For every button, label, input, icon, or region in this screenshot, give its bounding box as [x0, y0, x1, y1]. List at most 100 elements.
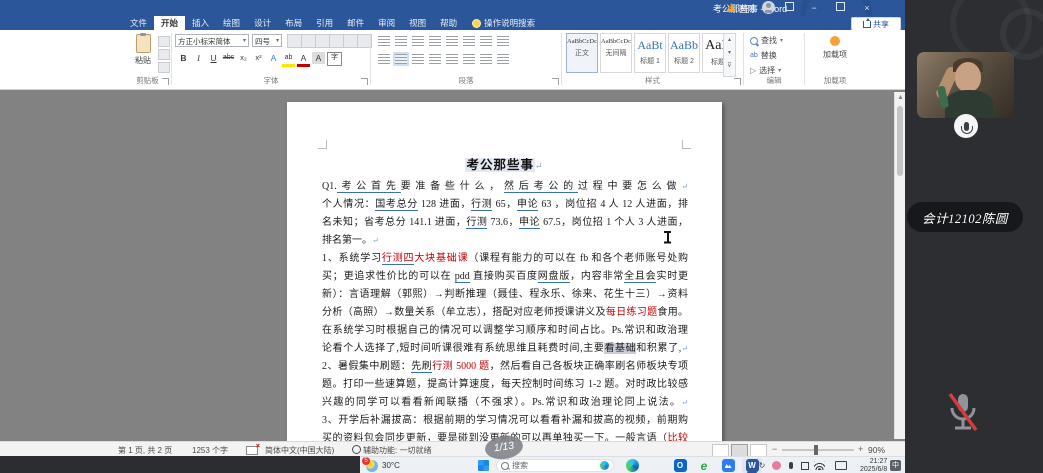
minimize-button[interactable]: − [803, 0, 825, 16]
shading-icon[interactable] [480, 54, 492, 64]
distribute-icon[interactable] [446, 54, 458, 64]
font-size-combo[interactable]: 四号▾ [252, 34, 282, 47]
tab-文件[interactable]: 文件 [123, 16, 154, 30]
participant-mic-button[interactable] [954, 114, 978, 138]
account-name[interactable]: 圆陈 [739, 3, 756, 15]
tab-布局[interactable]: 布局 [278, 16, 309, 30]
dialog-launcher-icon[interactable] [162, 78, 169, 85]
addins-button[interactable]: 加载项 [806, 50, 864, 60]
styles-gallery-scroll[interactable]: ▴▾⊽ [723, 33, 736, 77]
justify-icon[interactable] [429, 54, 441, 64]
taskbar-search[interactable]: 搜索 [496, 458, 614, 473]
copy-icon[interactable] [158, 49, 170, 60]
tab-绘图[interactable]: 绘图 [216, 16, 247, 30]
webcam-video-tile[interactable] [917, 52, 1014, 118]
taskbar-app-file-explorer[interactable] [646, 458, 666, 473]
dialog-launcher-icon[interactable] [361, 78, 368, 85]
weather-widget[interactable]: 5 30°C [366, 458, 400, 473]
superscript-icon[interactable]: x² [252, 52, 265, 64]
style-正文[interactable]: AaBbCcDc正文 [566, 33, 598, 73]
asian-layout-icon[interactable] [463, 36, 475, 46]
zoom-slider-thumb[interactable] [814, 445, 818, 455]
align-left-icon[interactable] [378, 54, 390, 64]
highlight-icon[interactable]: ab [282, 52, 295, 67]
share-button[interactable]: 共享 [851, 17, 901, 31]
page-info[interactable]: 第 1 页, 共 2 页 [118, 445, 172, 456]
taskbar-app-ie[interactable]: e [694, 458, 714, 473]
proofing-error-icon[interactable] [246, 446, 258, 455]
replace-button[interactable]: ab 替换 [750, 50, 777, 61]
style-标题 1[interactable]: AaBt标题 1 [634, 33, 666, 73]
style-标题 2[interactable]: AaBb标题 2 [668, 33, 700, 73]
dialog-launcher-icon[interactable] [734, 78, 741, 85]
warning-icon[interactable] [726, 3, 736, 12]
scrollbar-thumb[interactable] [897, 106, 903, 176]
mic-icon[interactable] [789, 462, 793, 469]
tab-设计[interactable]: 设计 [247, 16, 278, 30]
language-status[interactable]: 简体中文(中国大陆) [265, 445, 334, 456]
vertical-scrollbar[interactable]: ▲ [894, 92, 905, 439]
tab-引用[interactable]: 引用 [309, 16, 340, 30]
taskbar-clock[interactable]: 21:27 2025/6/8 [860, 458, 887, 473]
zoom-out-button[interactable]: − [772, 444, 777, 454]
start-button[interactable] [478, 458, 489, 473]
tell-me-box[interactable]: 操作说明搜索 [464, 16, 543, 30]
italic-icon[interactable]: I [192, 52, 205, 64]
show-marks-icon[interactable] [497, 36, 509, 46]
strikethrough-icon[interactable]: abc [222, 52, 235, 64]
enclose-character-icon[interactable]: 字 [327, 52, 342, 66]
change-case-icon[interactable] [315, 34, 330, 48]
grow-font-icon[interactable] [287, 34, 302, 48]
bold-icon[interactable]: B [177, 52, 190, 64]
wifi-icon[interactable] [814, 461, 825, 470]
decrease-indent-icon[interactable] [429, 36, 441, 46]
tab-审阅[interactable]: 审阅 [371, 16, 402, 30]
font-name-combo[interactable]: 方正小标宋简体▾ [175, 34, 249, 47]
increase-indent-icon[interactable] [446, 36, 458, 46]
shrink-font-icon[interactable] [301, 34, 316, 48]
subscript-icon[interactable]: x₂ [237, 52, 250, 64]
underline-icon[interactable]: U [207, 52, 220, 64]
text-effects-icon[interactable]: A [267, 52, 280, 64]
cut-icon[interactable] [158, 36, 170, 47]
ribbon-display-options-icon[interactable] [778, 0, 800, 16]
taskbar-app-meeting[interactable] [718, 458, 738, 473]
format-painter-icon[interactable] [158, 62, 170, 73]
style-无间隔[interactable]: AaBbCcDc无间隔 [600, 33, 632, 73]
zoom-in-button[interactable]: + [858, 444, 863, 454]
character-shading-icon[interactable]: A [312, 52, 325, 64]
dialog-launcher-icon[interactable] [552, 78, 559, 85]
borders-icon[interactable] [497, 54, 509, 64]
tab-开始[interactable]: 开始 [154, 16, 185, 30]
restore-button[interactable] [829, 0, 851, 16]
numbering-icon[interactable] [395, 36, 407, 46]
zoom-level[interactable]: 90% [868, 445, 885, 455]
remote-icon[interactable] [801, 462, 809, 470]
tab-插入[interactable]: 插入 [185, 16, 216, 30]
sort-icon[interactable] [480, 36, 492, 46]
scroll-up-icon[interactable]: ▲ [897, 94, 904, 101]
contact-icon[interactable] [772, 461, 781, 470]
display-icon[interactable] [835, 461, 847, 470]
avatar[interactable] [762, 1, 775, 14]
addin-dot-icon[interactable] [830, 36, 840, 46]
phonetic-guide-icon[interactable] [343, 34, 358, 48]
document-page[interactable]: 考公那些事↵ Q1.考公首先要准备些什么，然后考公的过程中要怎么做↵个人情况：国… [287, 102, 722, 441]
close-button[interactable]: × [856, 0, 878, 16]
ime-indicator[interactable]: 中 [890, 458, 901, 473]
align-right-icon[interactable] [412, 54, 424, 64]
find-button[interactable]: 查找▾ [750, 35, 783, 46]
font-color-icon[interactable]: A [297, 52, 310, 67]
align-center-icon[interactable] [395, 54, 407, 64]
taskbar-app-outlook[interactable]: O [670, 458, 690, 473]
bullets-icon[interactable] [378, 36, 390, 46]
sync-icon[interactable]: ↻ [757, 461, 767, 470]
tab-视图[interactable]: 视图 [402, 16, 433, 30]
clear-formatting-icon[interactable] [329, 34, 344, 48]
line-spacing-icon[interactable] [463, 54, 475, 64]
tab-帮助[interactable]: 帮助 [433, 16, 464, 30]
word-count[interactable]: 1253 个字 [192, 445, 228, 456]
multilevel-list-icon[interactable] [412, 36, 424, 46]
taskbar-app-edge[interactable] [622, 458, 642, 473]
zoom-slider[interactable] [782, 449, 854, 451]
